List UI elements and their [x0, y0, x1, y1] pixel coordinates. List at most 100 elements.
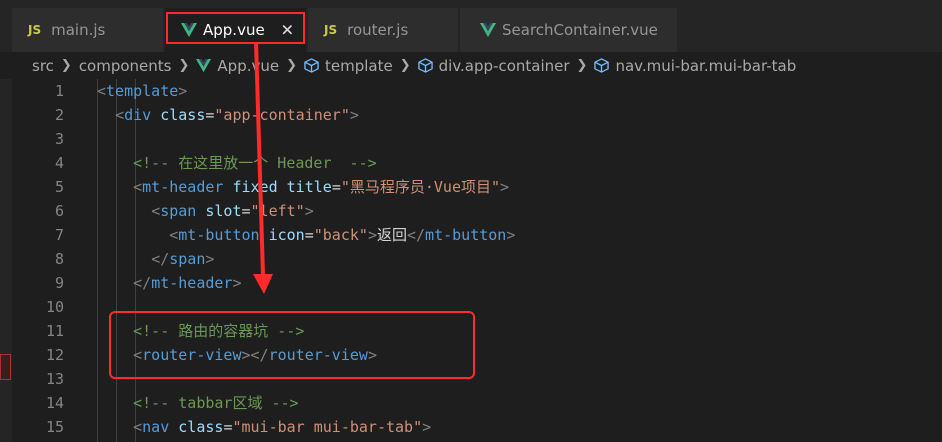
code-line[interactable]: 5 <mt-header fixed title="黑马程序员·Vue项目"> [12, 175, 942, 199]
line-number: 9 [54, 274, 64, 292]
js-icon: JS [324, 23, 338, 37]
code-text: <span slot="left"> [97, 199, 314, 223]
vue-icon [181, 23, 197, 37]
code-line[interactable]: 9 </mt-header> [12, 271, 942, 295]
code-line[interactable]: 11 <!-- 路由的容器坑 --> [12, 319, 942, 343]
code-line[interactable]: 10 [12, 295, 942, 319]
code-token: "mui-bar mui-bar-tab" [232, 418, 423, 436]
code-token: </ [151, 250, 170, 268]
error-marker [0, 354, 11, 380]
code-token: "left" [250, 202, 305, 220]
code-text: <div class="app-container"> [97, 103, 359, 127]
code-token: > [205, 250, 215, 268]
code-token: mt-button [178, 226, 260, 244]
code-text: <!-- 路由的容器坑 --> [97, 319, 304, 343]
code-token: <!-- 在这里放一个 Header --> [133, 154, 377, 172]
breadcrumb-item[interactable]: components [79, 57, 172, 75]
line-number: 14 [45, 394, 64, 412]
chevron-right-icon: ❯ [60, 58, 72, 73]
code-token: ></ [241, 346, 269, 364]
tab-search-container-vue[interactable]: SearchContainer.vue [460, 8, 678, 52]
code-token: span [169, 250, 206, 268]
vue-icon [196, 58, 212, 73]
code-text: </span> [97, 247, 214, 271]
code-text: <nav class="mui-bar mui-bar-tab"> [97, 415, 431, 439]
tab-label: App.vue [203, 21, 265, 39]
code-token: > [500, 178, 510, 196]
code-token: > [304, 202, 314, 220]
code-token: title [286, 178, 332, 196]
code-line[interactable]: 6 <span slot="left"> [12, 199, 942, 223]
code-token: </ [133, 274, 152, 292]
line-number: 1 [54, 82, 64, 100]
line-number: 2 [54, 106, 64, 124]
code-token: < [97, 82, 107, 100]
code-line[interactable]: 4 <!-- 在这里放一个 Header --> [12, 151, 942, 175]
code-text: <!-- tabbar区域 --> [97, 391, 298, 415]
code-token: mt-header [151, 274, 233, 292]
code-line[interactable]: 7 <mt-button icon="back">返回</mt-button> [12, 223, 942, 247]
code-line[interactable]: 2 <div class="app-container"> [12, 103, 942, 127]
tab-label: SearchContainer.vue [502, 21, 658, 39]
code-editor[interactable]: 1 <template> 2 <div class="app-container">… [12, 79, 942, 442]
code-line[interactable]: 14 <!-- tabbar区域 --> [12, 391, 942, 415]
code-token: template [106, 82, 179, 100]
breadcrumb-item[interactable]: div.app-container [439, 57, 570, 75]
code-line[interactable]: 12 <router-view></router-view> [12, 343, 942, 367]
breadcrumb-item[interactable]: template [325, 57, 393, 75]
code-line[interactable]: 1 <template> [12, 79, 942, 103]
breadcrumb-item[interactable]: src [32, 57, 54, 75]
line-number: 6 [54, 202, 64, 220]
code-line[interactable]: 15 <nav class="mui-bar mui-bar-tab"> [12, 415, 942, 439]
code-line[interactable]: 3 [12, 127, 942, 151]
code-text: <router-view></router-view> [97, 343, 377, 367]
code-token: mt-header [142, 178, 224, 196]
code-token: "app-container" [214, 106, 350, 124]
vue-icon [480, 23, 496, 37]
line-number: 13 [45, 370, 64, 388]
code-token: = [304, 226, 314, 244]
code-token: < [151, 202, 161, 220]
code-token: span [160, 202, 197, 220]
code-token: slot [205, 202, 242, 220]
code-line[interactable]: 8 </span> [12, 247, 942, 271]
line-number: 15 [45, 418, 64, 436]
code-token: icon [268, 226, 305, 244]
line-number: 11 [45, 322, 64, 340]
tab-label: main.js [51, 21, 106, 39]
tab-app-vue[interactable]: App.vue ✕ [165, 8, 307, 52]
code-token: 返回 [376, 226, 407, 244]
code-token: </ [406, 226, 426, 244]
line-number: 8 [54, 250, 64, 268]
code-token: fixed [232, 178, 278, 196]
code-token: > [178, 82, 188, 100]
tab-router-js[interactable]: JS router.js [308, 8, 459, 52]
tab-bar: JS main.js App.vue ✕ JS router.js Search… [0, 0, 942, 52]
close-icon[interactable]: ✕ [281, 21, 294, 40]
breadcrumb-item[interactable]: nav.mui-bar.mui-bar-tab [615, 57, 796, 75]
code-token: router-view [142, 346, 242, 364]
code-token: > [349, 106, 359, 124]
code-token: <!-- 路由的容器坑 --> [133, 322, 305, 340]
code-token: class [178, 418, 224, 436]
code-text: </mt-header> [97, 271, 241, 295]
breadcrumb-item[interactable]: App.vue [217, 57, 279, 75]
code-line[interactable]: 13 [12, 367, 942, 391]
code-token: > [367, 346, 377, 364]
breadcrumb: src ❯ components ❯ App.vue ❯ template ❯ … [0, 52, 942, 79]
tab-main-js[interactable]: JS main.js [12, 8, 164, 52]
